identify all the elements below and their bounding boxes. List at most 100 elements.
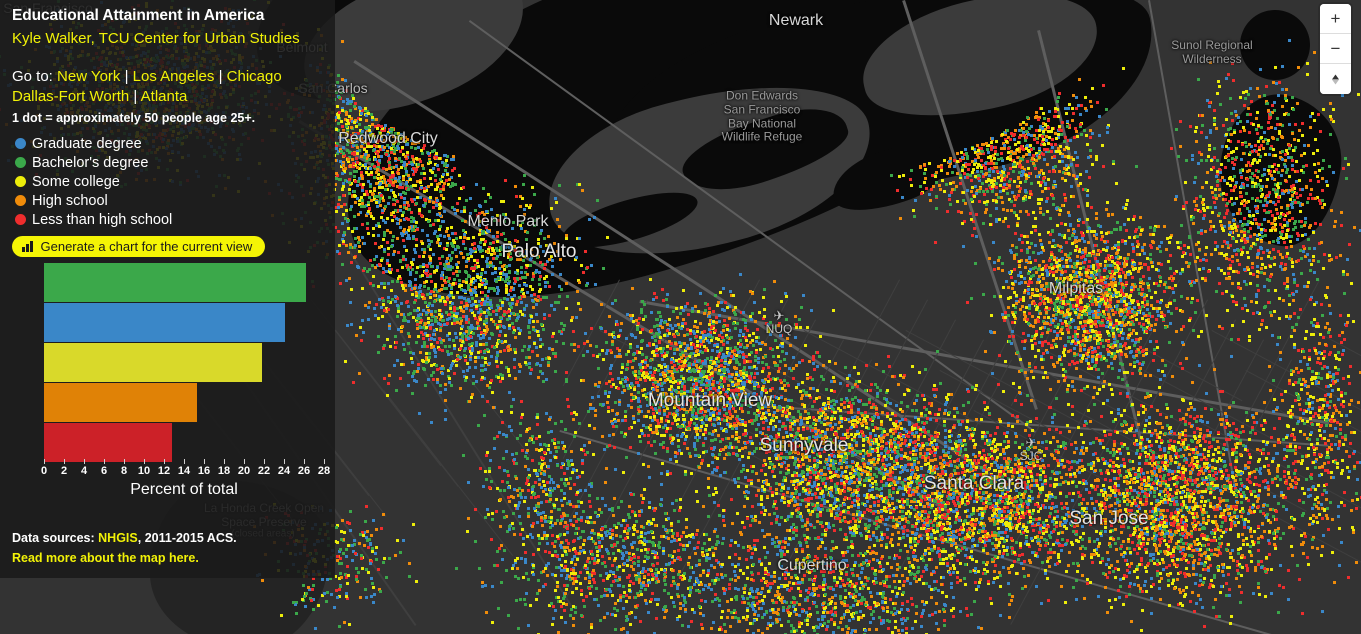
population-dot: [517, 327, 520, 330]
population-dot: [543, 317, 546, 320]
population-dot: [448, 381, 451, 384]
population-dot: [382, 238, 385, 241]
population-dot: [399, 219, 402, 222]
population-dot: [671, 327, 674, 330]
population-dot: [380, 155, 383, 158]
population-dot: [378, 246, 381, 249]
population-dot: [463, 206, 466, 209]
population-dot: [647, 441, 650, 444]
population-dot: [519, 205, 522, 208]
population-dot: [434, 219, 437, 222]
population-dot: [785, 352, 788, 355]
population-dot: [357, 135, 360, 138]
population-dot: [547, 235, 550, 238]
population-dot: [402, 319, 405, 322]
population-dot: [573, 349, 576, 352]
population-dot: [415, 238, 418, 241]
population-dot: [513, 348, 516, 351]
population-dot: [476, 259, 479, 262]
population-dot: [621, 366, 624, 369]
population-dot: [507, 368, 510, 371]
population-dot: [504, 334, 507, 337]
population-dot: [404, 136, 407, 139]
population-dot: [486, 250, 489, 253]
population-dot: [405, 217, 408, 220]
population-dot: [394, 177, 397, 180]
population-dot: [400, 196, 403, 199]
population-dot: [530, 315, 533, 318]
population-dot: [410, 211, 413, 214]
population-dot: [453, 344, 456, 347]
population-dot: [526, 291, 529, 294]
population-dot: [609, 367, 612, 370]
population-dot: [655, 296, 658, 299]
population-dot: [794, 336, 797, 339]
population-dot: [558, 225, 561, 228]
population-dot: [466, 369, 469, 372]
population-dot: [423, 144, 426, 147]
population-dot: [528, 356, 531, 359]
population-dot: [427, 152, 430, 155]
population-dot: [469, 289, 472, 292]
population-dot: [528, 345, 531, 348]
population-dot: [550, 304, 553, 307]
population-dot: [470, 309, 473, 312]
population-dot: [655, 318, 658, 321]
population-dot: [430, 421, 433, 424]
population-dot: [524, 361, 527, 364]
population-dot: [481, 395, 484, 398]
population-dot: [356, 197, 359, 200]
population-dot: [436, 213, 439, 216]
population-dot: [519, 258, 522, 261]
population-dot: [358, 123, 361, 126]
population-dot: [423, 285, 426, 288]
population-dot: [438, 309, 441, 312]
population-dot: [503, 313, 506, 316]
population-dot: [669, 427, 672, 430]
population-dot: [392, 203, 395, 206]
population-dot: [357, 236, 360, 239]
population-dot: [363, 205, 366, 208]
population-dot: [422, 167, 425, 170]
population-dot: [405, 249, 408, 252]
population-dot: [531, 299, 534, 302]
population-dot: [484, 271, 487, 274]
population-dot: [458, 174, 461, 177]
population-dot: [773, 280, 776, 283]
population-dot: [343, 203, 346, 206]
population-dot: [416, 309, 419, 312]
population-dot: [498, 320, 501, 323]
population-dot: [338, 178, 341, 181]
population-dot: [520, 416, 523, 419]
population-dot: [465, 271, 468, 274]
population-dot: [449, 185, 452, 188]
population-dot: [429, 248, 432, 251]
population-dot: [757, 361, 760, 364]
population-dot: [507, 282, 510, 285]
population-dot: [685, 403, 688, 406]
population-dot: [396, 136, 399, 139]
population-dot: [432, 253, 435, 256]
population-dot: [503, 326, 506, 329]
population-dot: [637, 384, 640, 387]
population-dot: [466, 304, 469, 307]
population-dot: [675, 460, 678, 463]
population-dot: [757, 357, 760, 360]
population-dot: [383, 234, 386, 237]
population-dot: [372, 234, 375, 237]
population-dot: [474, 300, 477, 303]
population-dot: [438, 203, 441, 206]
population-dot: [509, 289, 512, 292]
population-dot: [336, 142, 339, 145]
population-dot: [506, 298, 509, 301]
population-dot: [439, 190, 442, 193]
population-dot: [429, 196, 432, 199]
population-dot: [467, 298, 470, 301]
population-dot: [513, 366, 516, 369]
population-dot: [630, 317, 633, 320]
population-dot: [521, 349, 524, 352]
population-dot: [355, 157, 358, 160]
population-dot: [586, 340, 589, 343]
population-dot: [532, 275, 535, 278]
population-dot: [371, 192, 374, 195]
